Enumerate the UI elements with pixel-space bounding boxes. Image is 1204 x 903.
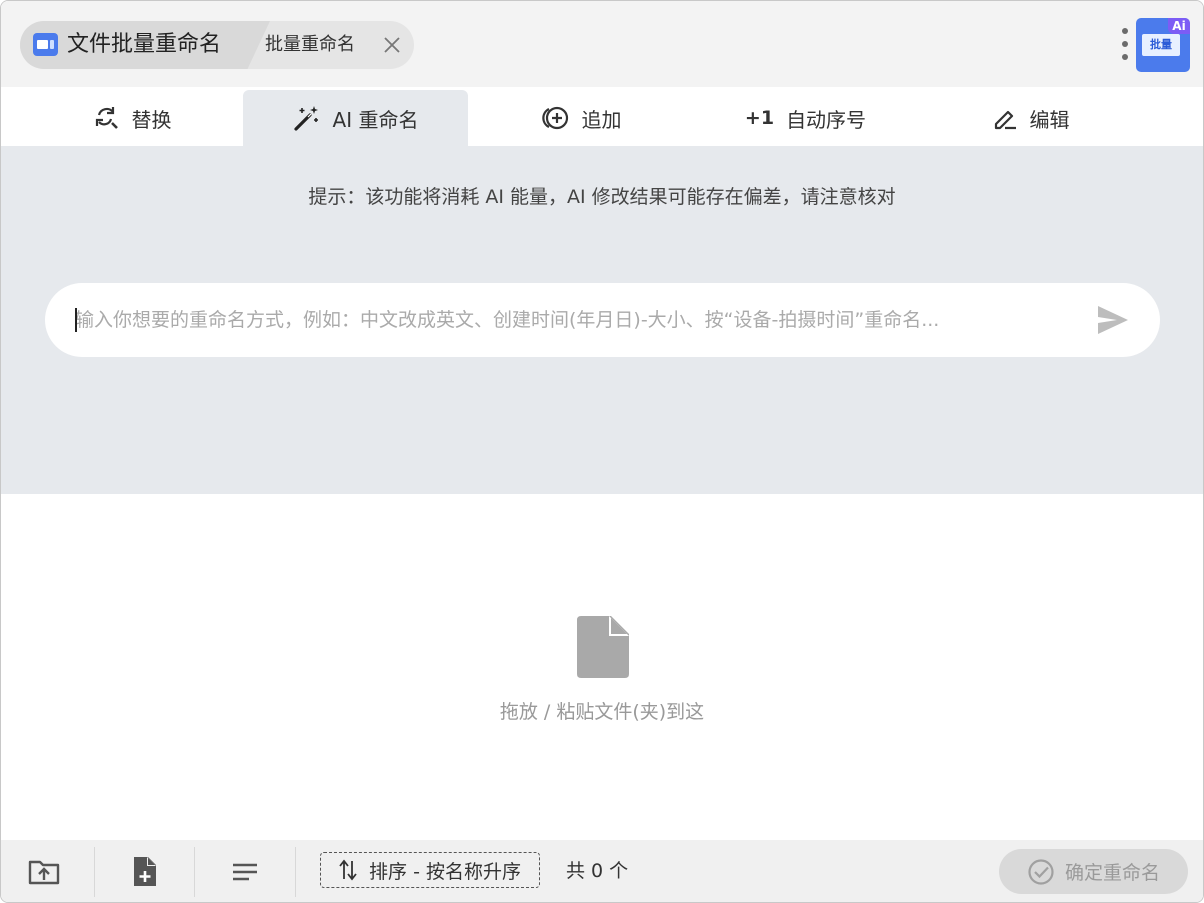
app-title: 文件批量重命名 (67, 32, 222, 57)
tab-replace-label: 替换 (131, 107, 172, 132)
tab-edit-label: 编辑 (1029, 107, 1070, 132)
sort-button[interactable]: 排序 - 按名称升序 (320, 852, 540, 888)
magic-wand-icon (293, 106, 318, 131)
file-drop-zone[interactable]: 拖放 / 粘贴文件(夹)到这 (1, 494, 1203, 840)
tab-replace[interactable]: 替换 (20, 90, 245, 146)
ai-rename-panel: 提示：该功能将消耗 AI 能量，AI 修改结果可能存在偏差，请注意核对 (1, 146, 1203, 494)
tab-auto-number[interactable]: +1 自动序号 (693, 90, 918, 146)
add-circle-icon (541, 106, 568, 130)
toolbar-separator (94, 847, 95, 897)
tab-ai-rename-label: AI 重命名 (332, 107, 419, 132)
tab-edit[interactable]: 编辑 (918, 90, 1143, 146)
check-circle-icon (1028, 858, 1054, 885)
plus-one-icon: +1 (744, 107, 775, 129)
tab-append[interactable]: 追加 (468, 90, 693, 146)
tool-tabs: 替换 AI 重命名 追加 +1 自动序号 编辑 (1, 87, 1203, 146)
pencil-icon (994, 110, 1016, 130)
logo-text: 批量 (1150, 38, 1172, 51)
rename-prompt-input[interactable] (75, 283, 1075, 357)
close-icon[interactable] (382, 35, 402, 55)
sort-label: 排序 - 按名称升序 (369, 860, 521, 883)
title-bar: 文件批量重命名 批量重命名 批量 Ai (1, 1, 1203, 87)
sort-arrows-icon (339, 859, 357, 881)
add-folder-icon[interactable] (28, 856, 60, 888)
logo-ai-badge: Ai (1168, 18, 1190, 34)
ai-rename-logo-icon[interactable]: 批量 Ai (1136, 18, 1190, 72)
bottom-toolbar: 排序 - 按名称升序 共 0 个 确定重命名 (1, 840, 1203, 902)
current-tab-title[interactable]: 批量重命名 (265, 21, 355, 69)
text-caret (75, 308, 77, 332)
tab-append-label: 追加 (581, 107, 622, 132)
add-file-icon[interactable] (128, 856, 160, 888)
confirm-rename-label: 确定重命名 (1064, 862, 1160, 884)
more-options-icon[interactable] (1120, 28, 1130, 62)
refresh-search-icon (95, 107, 118, 129)
list-view-icon[interactable] (229, 856, 261, 888)
file-icon (577, 616, 629, 678)
tab-auto-number-label: 自动序号 (786, 107, 867, 132)
file-count: 共 0 个 (566, 860, 629, 882)
app-window: 文件批量重命名 批量重命名 批量 Ai 替换 AI 重命名 追加 +1 自动序号… (0, 0, 1204, 903)
app-icon (33, 33, 58, 56)
breadcrumb: 文件批量重命名 批量重命名 (20, 21, 414, 69)
prompt-box (45, 283, 1160, 357)
send-icon[interactable] (1095, 303, 1131, 337)
logo-sheet: 批量 (1142, 34, 1180, 56)
tab-ai-rename[interactable]: AI 重命名 (243, 90, 468, 146)
toolbar-separator (194, 847, 195, 897)
drop-zone-text: 拖放 / 粘贴文件(夹)到这 (499, 701, 705, 723)
ai-hint-text: 提示：该功能将消耗 AI 能量，AI 修改结果可能存在偏差，请注意核对 (308, 186, 896, 208)
app-name-segment[interactable]: 文件批量重命名 (20, 21, 270, 69)
toolbar-separator (295, 847, 296, 897)
confirm-rename-button[interactable]: 确定重命名 (999, 849, 1188, 894)
